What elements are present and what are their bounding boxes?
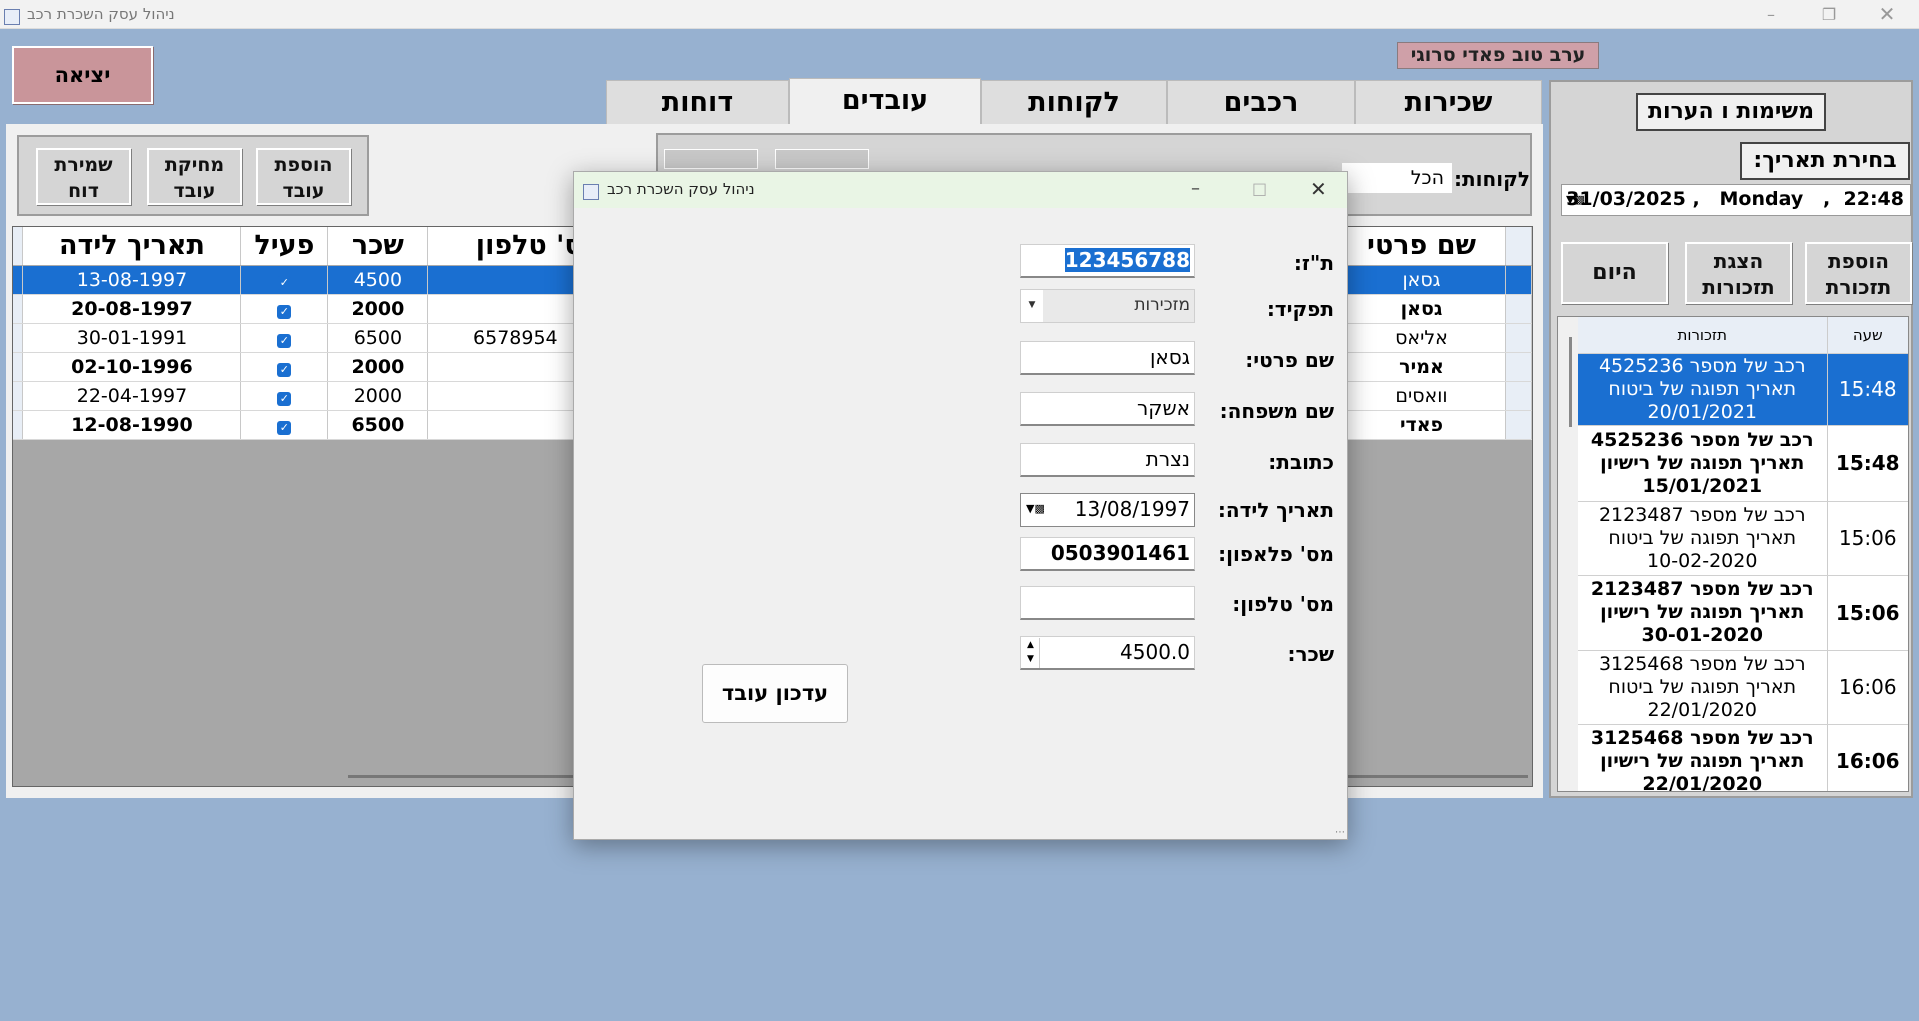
reminder-row[interactable]: רכב של מספר 3125468 תאריך תפוגה של רישיון… <box>1578 724 1908 791</box>
close-icon[interactable]: ✕ <box>1858 0 1916 29</box>
col-first-name[interactable]: שם פרטי <box>1337 227 1506 266</box>
col-time[interactable]: שעה <box>1826 317 1908 354</box>
reminder-row[interactable]: רכב של מספר 2123487 תאריך תפוגה של רישיון… <box>1578 575 1908 651</box>
dialog-title-bar: ניהול עסק השכרת רכב – □ ✕ <box>574 172 1347 208</box>
role-select[interactable]: מזכירות ▼ <box>1020 289 1195 323</box>
filter-label: לקוחות: <box>1454 167 1530 191</box>
today-button[interactable]: היום <box>1561 242 1668 304</box>
reminder-row[interactable]: רכב של מספר 4525236 תאריך תפוגה של ביטוח 2… <box>1578 353 1908 426</box>
datetime-value: 31/03/2025 , Monday , 22:48 <box>1566 188 1904 210</box>
dialog-title: ניהול עסק השכרת רכב <box>607 180 755 198</box>
greeting-label: ערב טוב פאדי סרוגי <box>1397 42 1599 69</box>
window-title: ניהול עסק השכרת רכב <box>27 5 175 23</box>
col-birth[interactable]: תאריך לידה <box>22 227 242 266</box>
date-title: בחירת תאריך: <box>1740 142 1910 180</box>
restore-icon[interactable]: ❐ <box>1800 0 1858 29</box>
filter-button[interactable] <box>664 149 758 169</box>
tab-customers[interactable]: לקוחות <box>981 80 1167 124</box>
reminder-row[interactable]: רכב של מספר 4525236 תאריך תפוגה של רישיון… <box>1578 425 1908 502</box>
add-employee-button[interactable]: הוספת עובד <box>256 148 351 205</box>
mobile-field[interactable]: 0503901461 <box>1020 537 1195 571</box>
reminder-row[interactable]: רכב של מספר 2123487 תאריך תפוגה של ביטוח 1… <box>1578 501 1908 576</box>
filter-select[interactable]: הכל <box>1342 163 1452 193</box>
calendar-dropdown-icon[interactable]: ▼▩ <box>1026 494 1045 524</box>
date-picker[interactable]: ▼▩ 31/03/2025 , Monday , 22:48 <box>1561 184 1911 216</box>
last-name-field[interactable]: אשקר <box>1020 392 1195 426</box>
minimize-icon[interactable]: – <box>1742 0 1800 29</box>
app-icon <box>4 6 20 25</box>
birth-date-label: תאריך לידה: <box>1217 498 1334 522</box>
filter-button[interactable] <box>775 149 869 169</box>
resize-grip-icon[interactable]: ⋯ <box>1335 827 1345 838</box>
col-salary[interactable]: שכר <box>327 227 429 266</box>
close-icon[interactable]: ✕ <box>1310 177 1327 201</box>
tab-employees[interactable]: עובדים <box>789 78 981 126</box>
stepper-arrows-icon[interactable]: ▲ ▼ <box>1022 638 1040 668</box>
save-report-button[interactable]: שמירת דוח <box>36 148 131 205</box>
id-label: ת"ז: <box>1293 251 1334 275</box>
edit-employee-dialog: ניהול עסק השכרת רכב – □ ✕ ת"ז: 123456788… <box>573 171 1348 840</box>
birth-date-picker[interactable]: ▼▩ 13/08/1997 <box>1020 493 1195 527</box>
phone-label: מס' טלפון: <box>1232 592 1334 616</box>
exit-button[interactable]: יציאה <box>12 46 153 104</box>
mobile-label: מס' פלאפון: <box>1218 542 1334 566</box>
address-label: כתובת: <box>1268 450 1334 474</box>
active-checkbox: ✓ <box>277 275 292 290</box>
active-checkbox: ✓ <box>277 391 292 406</box>
address-field[interactable]: נצרת <box>1020 443 1195 477</box>
maximize-icon[interactable]: □ <box>1252 179 1267 198</box>
first-name-label: שם פרטי: <box>1245 348 1334 372</box>
minimize-icon[interactable]: – <box>1191 178 1200 199</box>
vertical-scrollbar[interactable] <box>1569 337 1572 427</box>
tab-reports[interactable]: דוחות <box>606 80 789 124</box>
notes-panel: משימות ו הערות בחירת תאריך: ▼▩ 31/03/202… <box>1549 80 1913 798</box>
actions-group: הוספת עובד מחיקת עובד שמירת דוח <box>17 135 369 216</box>
notes-title: משימות ו הערות <box>1636 93 1826 131</box>
tab-rentals[interactable]: שכירות <box>1355 80 1542 124</box>
tab-vehicles[interactable]: רכבים <box>1167 80 1355 124</box>
col-reminders[interactable]: תזכורות <box>1578 317 1827 354</box>
active-checkbox: ✓ <box>277 304 292 319</box>
reminders-list: תזכורות שעה רכב של מספר 4525236 תאריך תפו… <box>1557 316 1909 792</box>
add-reminder-button[interactable]: הוספת תזכורת <box>1805 242 1912 304</box>
salary-label: שכר: <box>1287 642 1334 666</box>
col-active[interactable]: פעיל <box>240 227 329 266</box>
title-bar: ניהול עסק השכרת רכב – ❐ ✕ <box>0 0 1919 29</box>
last-name-label: שם משפחה: <box>1219 399 1334 423</box>
first-name-field[interactable]: גסאן <box>1020 341 1195 375</box>
app-icon <box>583 181 599 200</box>
update-employee-button[interactable]: עדכון עובד <box>702 664 848 723</box>
reminder-row[interactable]: רכב של מספר 3125468 תאריך תפוגה של ביטוח 2… <box>1578 650 1908 725</box>
phone-field[interactable] <box>1020 586 1195 620</box>
delete-employee-button[interactable]: מחיקת עובד <box>147 148 242 205</box>
role-label: תפקיד: <box>1266 297 1334 321</box>
chevron-down-icon[interactable]: ▼ <box>1021 290 1043 322</box>
active-checkbox: ✓ <box>277 333 292 348</box>
active-checkbox: ✓ <box>277 362 292 377</box>
active-checkbox: ✓ <box>277 420 292 435</box>
id-field[interactable]: 123456788 <box>1020 244 1195 278</box>
show-reminders-button[interactable]: הצגת תזכורות <box>1685 242 1792 304</box>
salary-stepper[interactable]: ▲ ▼ 4500.0 <box>1020 636 1195 670</box>
